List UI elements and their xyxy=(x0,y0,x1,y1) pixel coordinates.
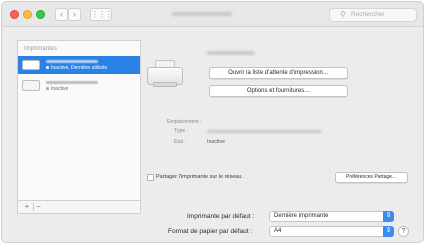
remove-printer-button[interactable]: − xyxy=(33,203,43,211)
forward-button[interactable]: › xyxy=(68,8,81,21)
search-input[interactable]: ⚲ Rechercher xyxy=(329,8,417,22)
default-printer-label: Imprimante par défaut : xyxy=(187,213,255,220)
printer-status-text: Inactive, Dernière utilisée xyxy=(51,65,108,71)
search-placeholder: Rechercher xyxy=(351,11,385,18)
printer-status: Inactive, Dernière utilisée xyxy=(46,65,107,71)
share-printer-label[interactable]: Partager l'imprimante sur le réseau. xyxy=(156,174,243,180)
show-all-grid-icon[interactable]: ⋮⋮⋮ xyxy=(90,8,113,21)
status-dot-icon xyxy=(46,87,49,91)
printer-list-item[interactable]: Inactive, Dernière utilisée xyxy=(18,56,140,74)
printer-list: Imprimantes Inactive, Dernière utilisée … xyxy=(17,40,141,201)
state-label: État : xyxy=(174,139,187,145)
printer-status: Inactive xyxy=(46,86,68,92)
zoom-window-button[interactable] xyxy=(36,10,45,19)
default-paper-size-value: A4 xyxy=(274,228,282,234)
sharing-preferences-button[interactable]: Préférences Partage… xyxy=(335,172,408,183)
location-label: Emplacement : xyxy=(167,119,202,125)
options-supplies-button[interactable]: Options et fournitures… xyxy=(209,85,348,97)
chevron-updown-icon: ⇕ xyxy=(383,226,394,237)
chevron-updown-icon: ⇕ xyxy=(383,211,394,222)
default-paper-size-select[interactable]: A4 ⇕ xyxy=(269,226,394,237)
status-dot-icon xyxy=(46,66,49,70)
close-window-button[interactable] xyxy=(10,10,19,19)
printer-name-redacted xyxy=(46,81,98,84)
default-printer-value: Dernière imprimante xyxy=(274,213,329,219)
printer-output-slot xyxy=(153,82,177,87)
printer-icon xyxy=(22,60,40,70)
printer-name-heading-redacted xyxy=(207,51,255,55)
state-value: Inactive xyxy=(207,139,225,145)
window-title-redacted xyxy=(172,12,232,16)
printer-icon xyxy=(147,60,183,92)
printer-list-footer: + − xyxy=(17,201,141,214)
type-label: Type : xyxy=(174,128,189,134)
printer-list-item[interactable]: Inactive xyxy=(18,77,140,95)
add-printer-button[interactable]: + xyxy=(22,203,32,211)
printer-icon xyxy=(22,80,40,91)
printer-status-text: Inactive xyxy=(51,86,69,92)
back-button[interactable]: ‹ xyxy=(55,8,68,21)
share-printer-checkbox[interactable] xyxy=(147,174,154,181)
search-icon: ⚲ xyxy=(340,10,346,19)
type-value-redacted xyxy=(207,130,322,133)
title-bar: ‹ › ⋮⋮⋮ ⚲ Rechercher xyxy=(2,2,423,27)
minimize-window-button[interactable] xyxy=(23,10,32,19)
open-print-queue-button[interactable]: Ouvrir la liste d'attente d'impression… xyxy=(209,67,348,79)
help-button[interactable]: ? xyxy=(398,226,409,237)
default-printer-select[interactable]: Dernière imprimante ⇕ xyxy=(269,211,394,222)
default-paper-size-label: Format de papier par défaut : xyxy=(168,228,253,235)
printer-name-redacted xyxy=(46,60,98,63)
printer-list-header: Imprimantes xyxy=(24,46,58,52)
printers-preferences-window: ‹ › ⋮⋮⋮ ⚲ Rechercher Imprimantes Inactiv… xyxy=(1,1,424,243)
